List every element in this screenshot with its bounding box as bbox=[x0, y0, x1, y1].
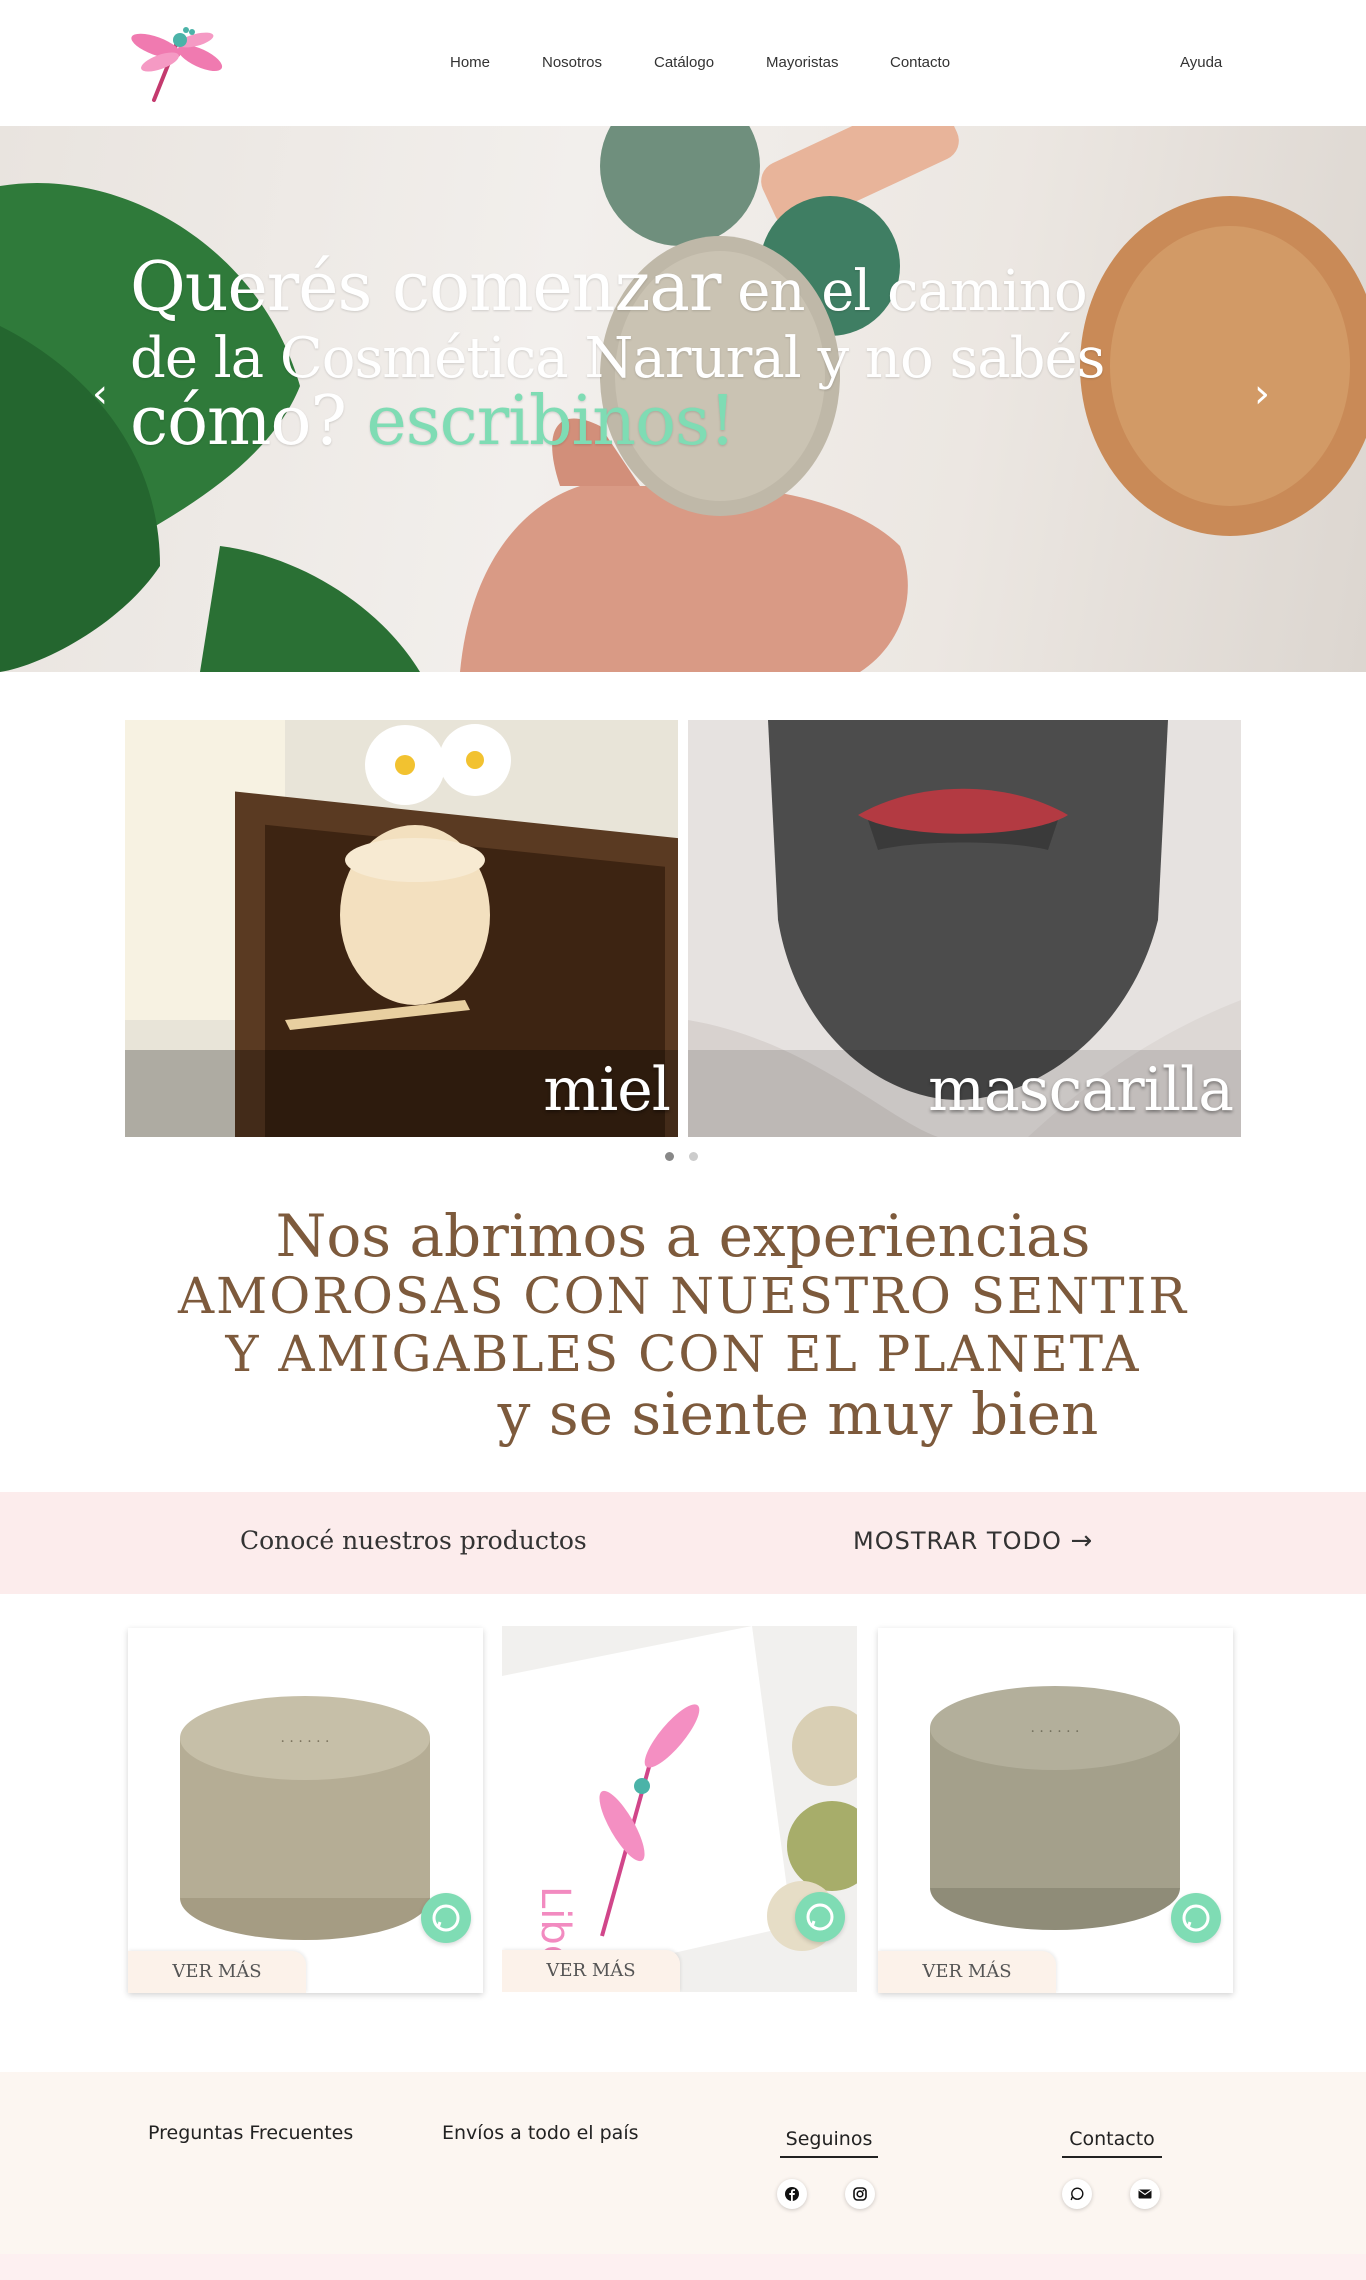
chevron-left-icon[interactable]: ‹ bbox=[92, 371, 122, 417]
ver-mas-button[interactable]: VER MÁS bbox=[502, 1950, 680, 1992]
nav-contacto[interactable]: Contacto bbox=[890, 54, 950, 71]
site-header: Home Nosotros Catálogo Mayoristas Contac… bbox=[0, 0, 1366, 126]
faq-link[interactable]: Preguntas Frecuentes bbox=[148, 2122, 353, 2144]
category-label-mascarilla: mascarilla bbox=[928, 1055, 1234, 1125]
hero-slider: Querés comenzar en el camino de la Cosmé… bbox=[0, 126, 1366, 672]
whatsapp-icon[interactable] bbox=[795, 1892, 845, 1942]
ver-mas-button[interactable]: VER MÁS bbox=[878, 1951, 1056, 1993]
tagline-line4: y se siente muy bien bbox=[497, 1380, 1099, 1448]
category-tile-mascarilla[interactable]: mascarilla bbox=[688, 720, 1241, 1137]
hero-line3: cómo? bbox=[130, 382, 367, 461]
category-label-miel: miel bbox=[543, 1055, 671, 1125]
arrow-right-icon: → bbox=[1070, 1526, 1094, 1556]
show-all-label: MOSTRAR TODO bbox=[853, 1527, 1062, 1555]
follow-heading: Seguinos bbox=[780, 2128, 878, 2158]
whatsapp-icon[interactable] bbox=[1062, 2179, 1092, 2209]
nav-ayuda[interactable]: Ayuda bbox=[1180, 54, 1222, 71]
hero-line3-accent: escribinos! bbox=[366, 382, 737, 461]
hero-line1-big: Querés comenzar bbox=[130, 248, 721, 327]
footer-bottom-bar bbox=[0, 2254, 1366, 2280]
main-nav: Home Nosotros Catálogo Mayoristas Contac… bbox=[0, 54, 1366, 74]
contact-heading: Contacto bbox=[1062, 2128, 1162, 2158]
product-card[interactable]: Libelulit VER MÁS bbox=[502, 1626, 857, 1992]
show-all-link[interactable]: MOSTRAR TODO → bbox=[853, 1526, 1093, 1556]
hero-headline: Querés comenzar en el camino de la Cosmé… bbox=[130, 254, 1240, 456]
ver-mas-button[interactable]: VER MÁS bbox=[128, 1951, 306, 1993]
chevron-right-icon[interactable]: › bbox=[1254, 371, 1284, 417]
nav-nosotros[interactable]: Nosotros bbox=[542, 54, 602, 71]
tagline-line1: Nos abrimos a experiencias bbox=[275, 1202, 1091, 1270]
tagline-line3: Y AMIGABLES CON EL PLANETA bbox=[225, 1325, 1141, 1383]
carousel-dot-active[interactable] bbox=[665, 1152, 674, 1161]
soap-engraving: · · · · · · bbox=[281, 1734, 330, 1750]
instagram-icon[interactable] bbox=[845, 2179, 875, 2209]
tagline-block: Nos abrimos a experiencias AMOROSAS CON … bbox=[0, 1205, 1366, 1445]
tagline-line2: AMOROSAS CON NUESTRO SENTIR bbox=[177, 1267, 1189, 1325]
hero-line1-small: en el camino bbox=[720, 259, 1087, 324]
soap-engraving: · · · · · · bbox=[1031, 1724, 1080, 1740]
whatsapp-icon[interactable] bbox=[421, 1893, 471, 1943]
envelope-icon[interactable] bbox=[1130, 2179, 1160, 2209]
products-band: Conocé nuestros productos MOSTRAR TODO → bbox=[0, 1492, 1366, 1594]
facebook-icon[interactable] bbox=[777, 2179, 807, 2209]
carousel-dot[interactable] bbox=[689, 1152, 698, 1161]
site-footer: Preguntas Frecuentes Envíos a todo el pa… bbox=[0, 2072, 1366, 2280]
whatsapp-icon[interactable] bbox=[1171, 1893, 1221, 1943]
nav-home[interactable]: Home bbox=[450, 54, 490, 71]
nav-mayoristas[interactable]: Mayoristas bbox=[766, 54, 839, 71]
product-card[interactable]: · · · · · · VER MÁS bbox=[128, 1628, 483, 1993]
nav-catalogo[interactable]: Catálogo bbox=[654, 54, 714, 71]
category-tile-miel[interactable]: miel bbox=[125, 720, 678, 1137]
shipping-link[interactable]: Envíos a todo el país bbox=[442, 2122, 639, 2144]
product-card[interactable]: · · · · · · VER MÁS bbox=[878, 1628, 1233, 1993]
products-title: Conocé nuestros productos bbox=[240, 1526, 587, 1555]
